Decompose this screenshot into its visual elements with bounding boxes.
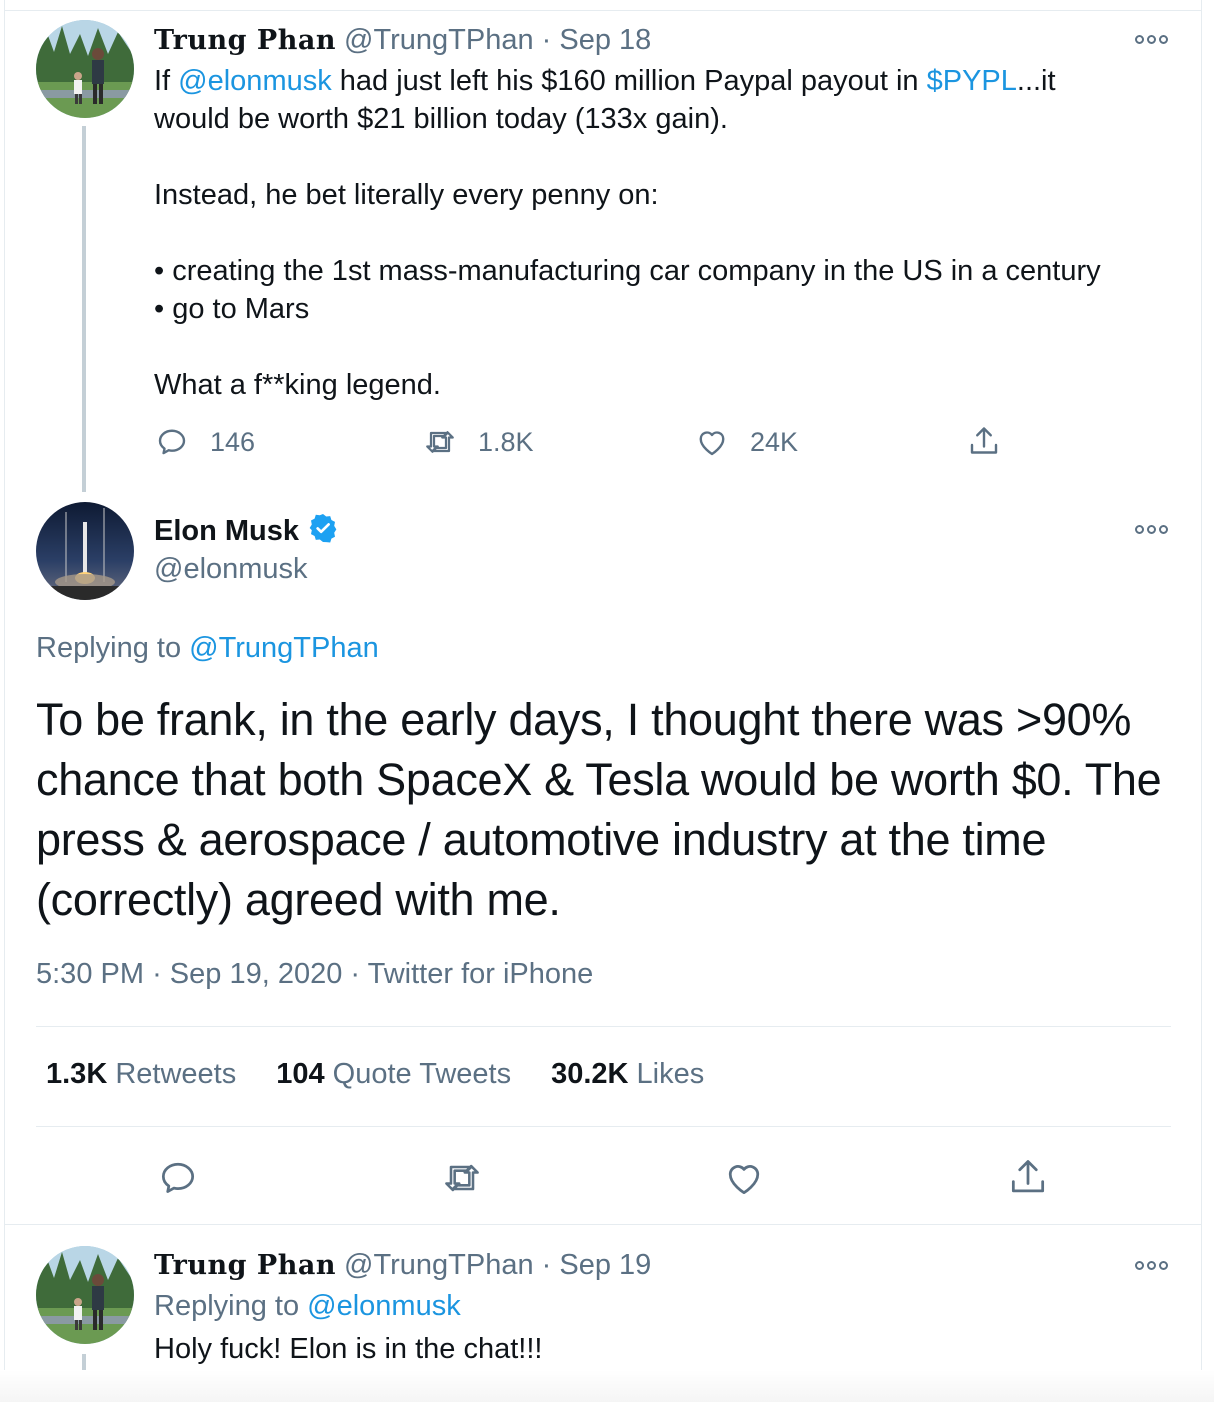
tweet3-date[interactable]: Sep 19 [559, 1249, 651, 1281]
tweet3-more-icon[interactable] [1134, 1258, 1168, 1272]
tweet2-source[interactable]: Twitter for iPhone [368, 958, 594, 990]
column-border-left [4, 0, 5, 1402]
replying-to-elonmusk-link[interactable]: @elonmusk [307, 1290, 461, 1322]
tweet1-text: If @elonmusk had just left his $160 mill… [154, 62, 1101, 404]
tweet3-display-name[interactable]: Trung Phan [154, 1250, 336, 1281]
tweet1-handle[interactable]: @TrungTPhan [344, 24, 534, 56]
avatar-trung-phan[interactable] [36, 20, 134, 118]
tweet3-separator: · [541, 1249, 552, 1281]
tweet1-line1: If @elonmusk had just left his $160 mill… [154, 65, 1056, 97]
retweets-stat[interactable]: 1.3K Retweets [46, 1058, 236, 1091]
divider [36, 1126, 1171, 1127]
tweet2-more-icon[interactable] [1134, 522, 1168, 536]
tweet1-line5: • go to Mars [154, 293, 310, 325]
top-border [4, 10, 1202, 11]
retweet-icon [426, 431, 454, 453]
tweet1-retweet-count: 1.8K [478, 426, 534, 457]
tweet2-stats: 1.3K Retweets 104 Quote Tweets 30.2K Lik… [46, 1058, 704, 1091]
tweet2-text-line: press & aerospace / automotive industry … [36, 814, 1047, 865]
tweet1-line3: Instead, he bet literally every penny on… [154, 179, 659, 211]
tweet-separator [4, 1224, 1202, 1225]
thread-connector-line [82, 126, 86, 492]
heart-icon [728, 1165, 760, 1195]
retweet-icon [445, 1164, 479, 1192]
share-icon [1011, 1160, 1045, 1193]
tweet3-text: Holy fuck! Elon is in the chat!!! [154, 1330, 542, 1368]
tweet2-header: Elon Musk [154, 512, 339, 549]
tweet1-like-button[interactable]: 24K [694, 424, 798, 460]
tweet2-text-line: (correctly) agreed with me. [36, 874, 561, 925]
tweet1-share-button[interactable] [966, 424, 1002, 460]
bottom-shade [0, 1370, 1214, 1402]
tweet3-text-line: Holy fuck! Elon is in the chat!!! [154, 1333, 543, 1365]
tweet1-line4: • creating the 1st mass-manufacturing ca… [154, 255, 1101, 287]
tweet1-display-name[interactable]: Trung Phan [154, 25, 336, 56]
tweet2-display-name[interactable]: Elon Musk [154, 515, 299, 547]
tweet2-replying-to: Replying to @TrungTPhan [36, 632, 379, 664]
tweet2-date[interactable]: Sep 19, 2020 [170, 958, 343, 990]
tweet2-separator: · [350, 958, 361, 990]
tweet1-like-count: 24K [750, 426, 799, 457]
heart-icon [699, 431, 725, 456]
tweet3-header: Trung Phan @TrungTPhan · Sep 19 [154, 1247, 651, 1284]
tweet2-like-button[interactable] [722, 1156, 766, 1200]
tweet1-line2: would be worth $21 billion today (133x g… [154, 103, 728, 135]
tweet2-meta: 5:30 PM · Sep 19, 2020 · Twitter for iPh… [36, 958, 593, 991]
tweet2-text: To be frank, in the early days, I though… [36, 690, 1186, 930]
tweet1-reply-count: 146 [210, 426, 256, 457]
avatar-elon-musk[interactable] [36, 502, 134, 600]
tweet2-separator: · [152, 958, 162, 990]
tweet2-handle[interactable]: @elonmusk [154, 553, 308, 585]
replying-to-trungtphan-link[interactable]: @TrungTPhan [189, 632, 379, 664]
divider [36, 1026, 1171, 1027]
mention-elonmusk-link[interactable]: @elonmusk [178, 65, 332, 97]
tweet2-share-button[interactable] [1006, 1156, 1050, 1200]
likes-stat[interactable]: 30.2K Likes [551, 1058, 704, 1091]
quote-tweets-stat[interactable]: 104 Quote Tweets [276, 1058, 511, 1091]
tweet3-handle[interactable]: @TrungTPhan [344, 1249, 534, 1281]
tweet2-text-line: chance that both SpaceX & Tesla would be… [36, 754, 1162, 805]
tweet1-date[interactable]: Sep 18 [559, 24, 651, 56]
tweet1-line6: What a f**king legend. [154, 369, 441, 401]
tweet2-text-line: To be frank, in the early days, I though… [36, 694, 1132, 745]
tweet1-separator: · [541, 24, 552, 56]
reply-icon [158, 429, 186, 455]
tweet2-reply-button[interactable] [156, 1156, 200, 1200]
column-border-right [1201, 0, 1202, 1402]
tweet1-more-icon[interactable] [1134, 32, 1168, 46]
tweet1-header: Trung Phan @TrungTPhan · Sep 18 [154, 22, 651, 59]
tweet1-retweet-button[interactable]: 1.8K [422, 424, 534, 460]
share-icon [970, 427, 998, 454]
tweet1-reply-button[interactable]: 146 [154, 424, 255, 460]
cashtag-pypl-link[interactable]: $PYPL [927, 65, 1017, 97]
tweet2-handle-line: @elonmusk [154, 551, 308, 587]
tweet2-retweet-button[interactable] [440, 1156, 484, 1200]
verified-badge-icon [309, 514, 337, 543]
reply-icon [161, 1162, 195, 1193]
tweet3-replying-to: Replying to @elonmusk [154, 1290, 461, 1322]
tweet2-time[interactable]: 5:30 PM [36, 958, 144, 990]
twitter-thread-page: Trung Phan @TrungTPhan · Sep 18 If @elon… [0, 0, 1214, 1402]
avatar-trung-phan[interactable] [36, 1246, 134, 1344]
